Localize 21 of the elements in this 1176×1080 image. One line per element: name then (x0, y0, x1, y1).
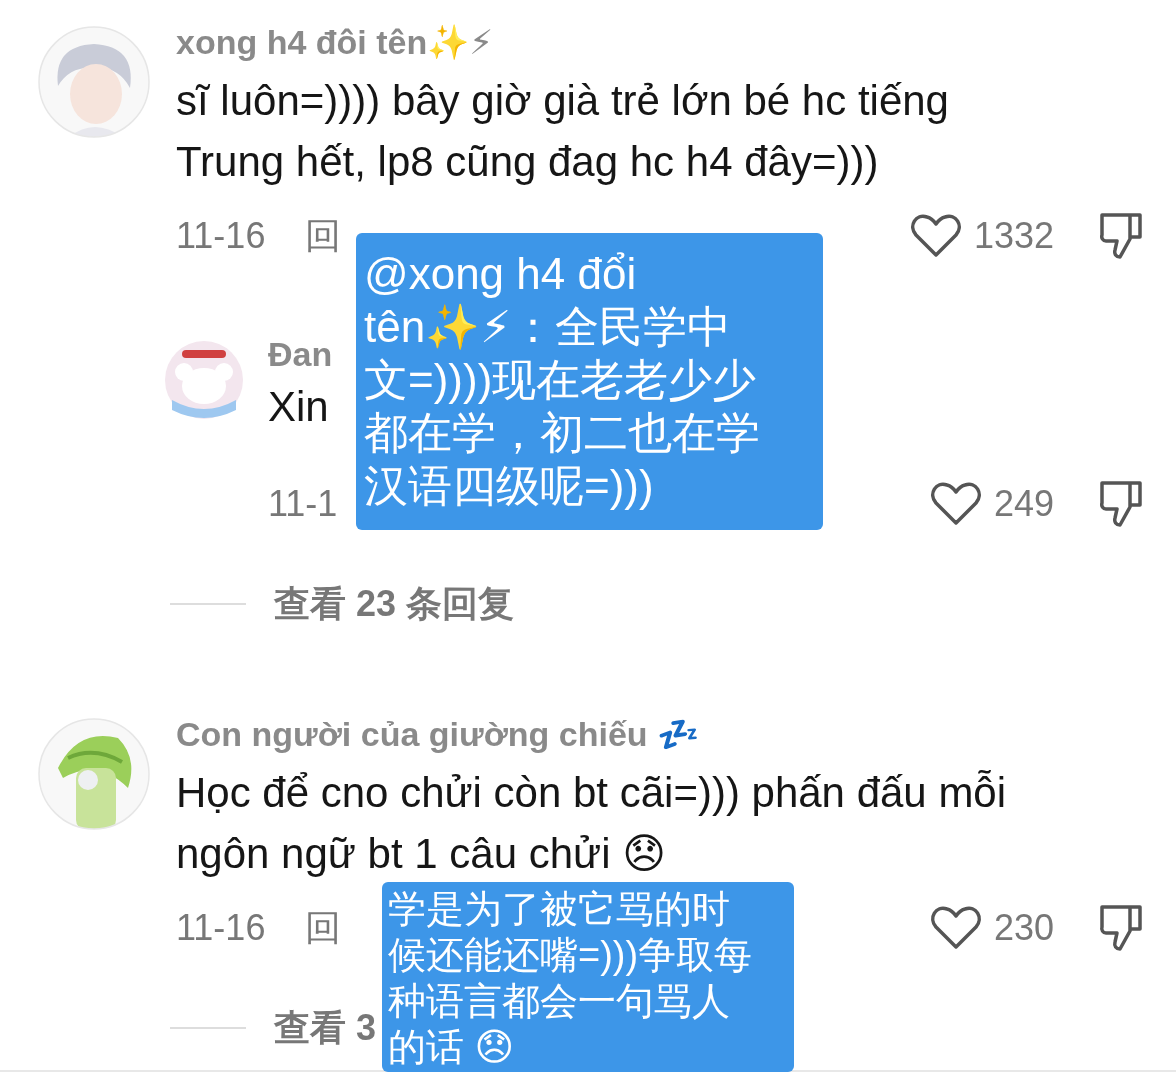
comment-date: 11-16 (176, 215, 266, 257)
author-name[interactable]: Đan (268, 332, 333, 376)
author-name[interactable]: xong h4 đôi tên✨⚡ (176, 22, 494, 62)
like-count: 230 (993, 907, 1054, 949)
comment-date: 11-16 (176, 907, 266, 949)
translation-text: 学是为了被它骂的时候还能还嘴=)))争取每种语言都会一句骂人的话 😞 (388, 888, 753, 1068)
view-replies-link[interactable]: 查看 23 条回复 (274, 579, 515, 629)
view-replies-link[interactable]: 查看 3 (274, 1003, 377, 1053)
reply-button[interactable]: 回 (305, 211, 342, 261)
like-count: 249 (993, 483, 1054, 525)
reply-text: Xin (268, 382, 329, 432)
comment-text: Học để cno chửi còn bt cãi=))) phấn đấu mỗi ngôn ngữ bt 1 câu chửi 😞 (176, 769, 1007, 877)
reply-date: 11-1 (268, 483, 338, 525)
heart-icon[interactable] (909, 213, 962, 259)
comment-text: sĩ luôn=)))) bây giờ già trẻ lớn bé hc tiếng Trung hết, lp8 cũng đag hc h4 đây=))) (176, 77, 949, 185)
heart-icon[interactable] (929, 481, 982, 527)
heart-icon[interactable] (929, 905, 982, 951)
translation-text: @xong h4 đổi tên✨⚡：全民学中文=))))现在老老少少都在学，初二也在学汉语四级呢=))) (364, 249, 760, 510)
reply-button[interactable]: 回 (305, 903, 342, 953)
author-name[interactable]: Con người của giường chiếu 💤 (176, 714, 700, 754)
like-count: 1332 (973, 215, 1054, 257)
